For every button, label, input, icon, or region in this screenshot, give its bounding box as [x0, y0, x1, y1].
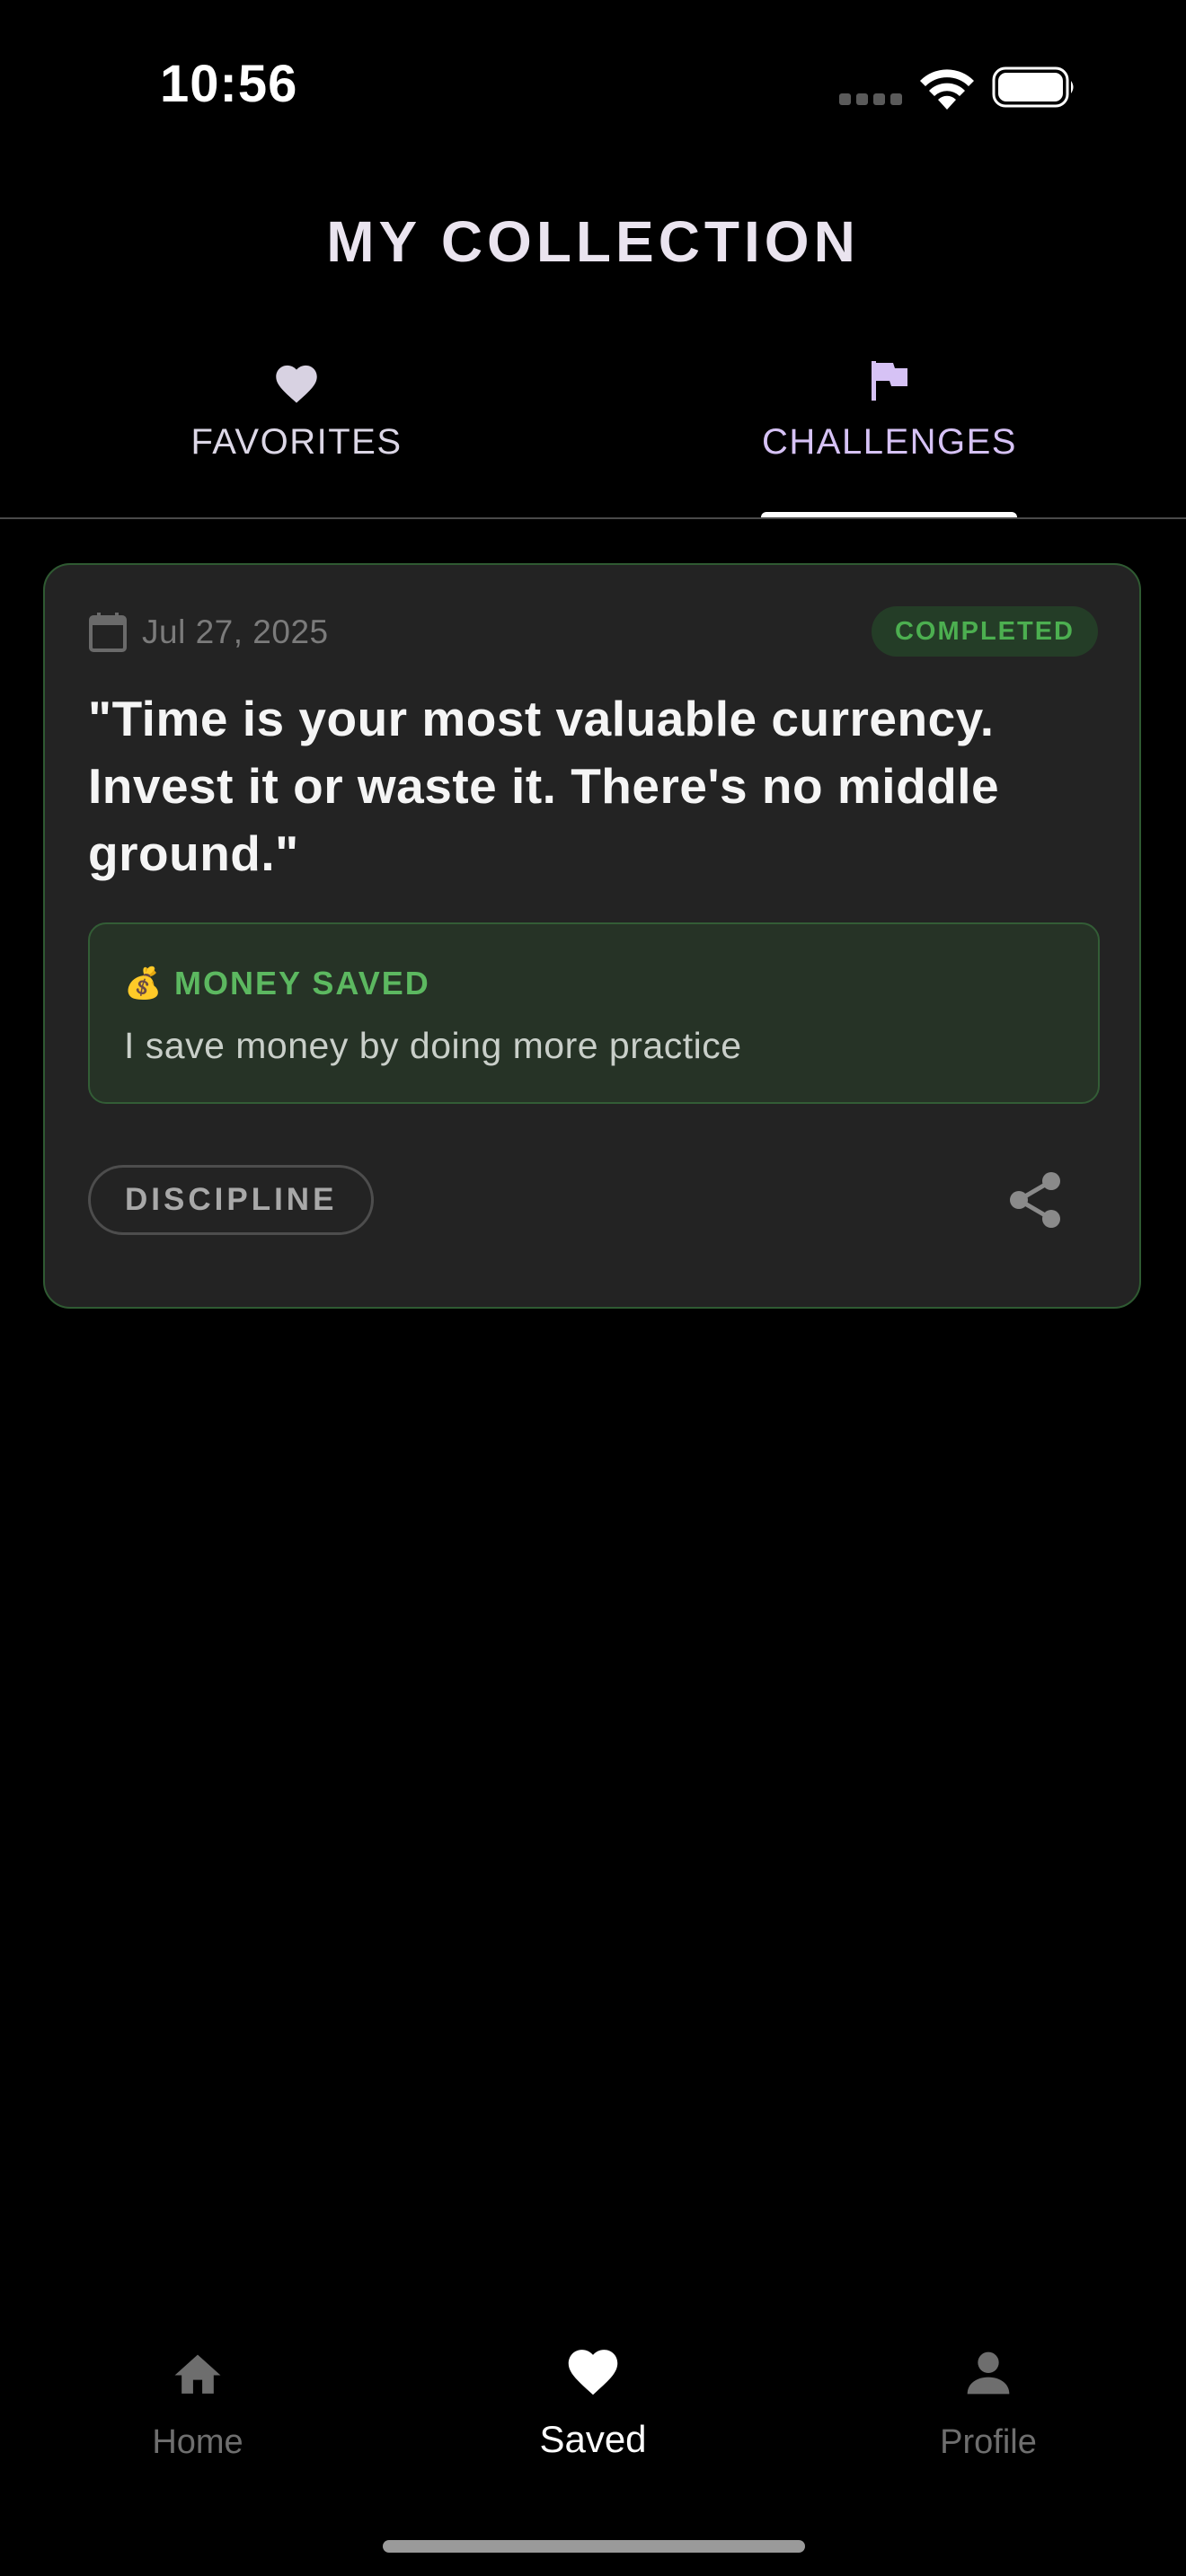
money-saved-text: I save money by doing more practice: [124, 1025, 742, 1066]
cellular-signal-icon: [839, 93, 902, 106]
challenge-card[interactable]: Jul 27, 2025 COMPLETED "Time is your mos…: [43, 563, 1141, 1309]
flag-icon: [872, 361, 907, 401]
tab-challenges[interactable]: CHALLENGES: [593, 350, 1186, 519]
heart-icon: [276, 365, 317, 403]
calendar-icon: [89, 613, 127, 652]
heart-icon: [568, 2350, 618, 2395]
person-icon: [967, 2351, 1010, 2395]
collection-tabs: FAVORITES CHALLENGES: [0, 350, 1186, 519]
nav-saved[interactable]: Saved: [395, 2326, 791, 2470]
page-title: MY COLLECTION: [326, 209, 860, 274]
nav-home-label: Home: [152, 2423, 243, 2461]
money-saved-box: 💰 MONEY SAVED I save money by doing more…: [88, 922, 1100, 1104]
battery-icon: [992, 66, 1074, 108]
money-bag-icon: 💰: [124, 966, 163, 1001]
tab-challenges-label: CHALLENGES: [762, 422, 1017, 462]
tab-favorites-label: FAVORITES: [190, 422, 403, 462]
status-badge: COMPLETED: [871, 606, 1098, 657]
app-screen: 10:56 MY COLLECTION FAVORITES CHALLENGES…: [0, 0, 1186, 2576]
nav-home[interactable]: Home: [0, 2326, 395, 2470]
wifi-icon: [920, 69, 974, 110]
money-saved-title: MONEY SAVED: [174, 965, 430, 1001]
nav-profile-label: Profile: [940, 2423, 1037, 2461]
share-icon[interactable]: [1006, 1170, 1064, 1230]
home-indicator[interactable]: [383, 2540, 805, 2553]
status-time: 10:56: [160, 55, 298, 113]
bottom-navigation: Home Saved Profile: [0, 2326, 1186, 2470]
category-tag[interactable]: DISCIPLINE: [88, 1165, 375, 1235]
nav-profile[interactable]: Profile: [791, 2326, 1186, 2470]
challenge-date: Jul 27, 2025: [142, 613, 329, 650]
quote-text: "Time is your most valuable currency. In…: [88, 691, 1000, 881]
home-icon: [174, 2354, 221, 2394]
tab-favorites[interactable]: FAVORITES: [0, 350, 593, 519]
tabs-divider: [0, 517, 1186, 519]
status-bar: 10:56: [0, 0, 1186, 171]
nav-saved-label: Saved: [539, 2418, 647, 2460]
